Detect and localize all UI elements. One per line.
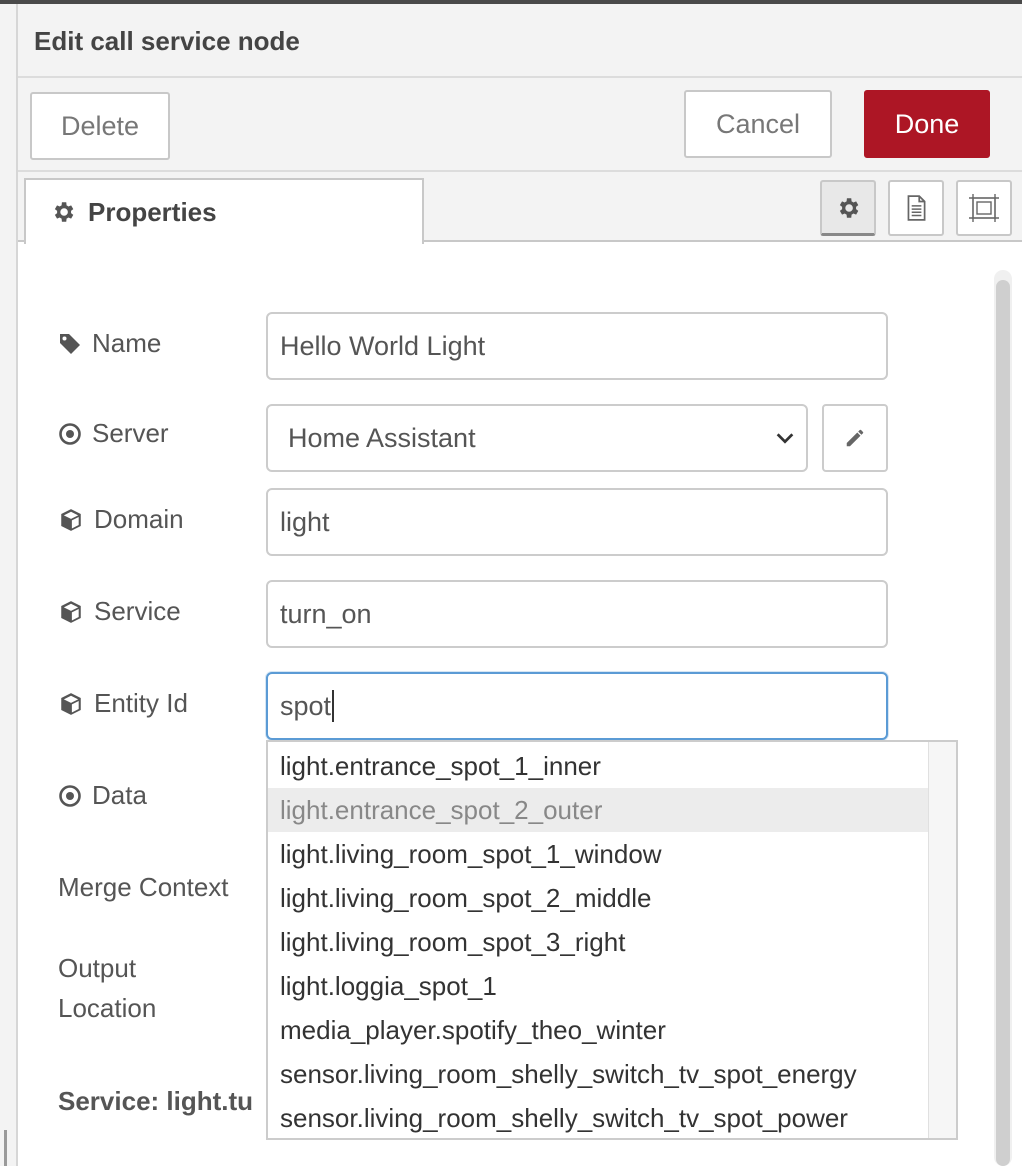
cube-icon	[61, 600, 81, 623]
cube-icon	[61, 692, 81, 715]
dialog-toolbar: Delete Cancel Done	[18, 78, 1022, 172]
left-edge	[0, 4, 18, 1166]
service-label-text: Service	[94, 596, 181, 626]
data-label-text: Data	[92, 780, 147, 810]
data-label: Data	[58, 780, 147, 811]
edit-node-dialog: Edit call service node Delete Cancel Don…	[0, 0, 1022, 1166]
entity-id-label-text: Entity Id	[94, 688, 188, 718]
service-label: Service	[58, 596, 181, 627]
appearance-icon	[969, 194, 999, 222]
autocomplete-item[interactable]: sensor.living_room_shelly_switch_tv_spot…	[268, 1096, 928, 1138]
output-location-label: Output Location	[58, 948, 156, 1028]
gear-icon	[54, 202, 74, 222]
merge-context-label: Merge Context	[58, 872, 229, 903]
left-edge-mark	[4, 1130, 7, 1166]
autocomplete-item[interactable]: light.living_room_spot_2_middle	[268, 876, 928, 920]
autocomplete-item[interactable]: light.entrance_spot_1_inner	[268, 744, 928, 788]
service-field[interactable]	[266, 580, 888, 648]
autocomplete-item[interactable]: sensor.living_room_shelly_switch_tv_spot…	[268, 1052, 928, 1096]
properties-tab-button[interactable]	[820, 180, 876, 236]
autocomplete-item[interactable]: light.living_room_spot_3_right	[268, 920, 928, 964]
tab-properties[interactable]: Properties	[24, 178, 424, 244]
autocomplete-item[interactable]: light.loggia_spot_1	[268, 964, 928, 1008]
dot-circle-icon	[59, 422, 81, 445]
entity-id-value: spot	[280, 690, 332, 721]
output-location-line2: Location	[58, 993, 157, 1023]
server-label: Server	[58, 418, 169, 449]
text-caret	[332, 690, 335, 722]
autocomplete-scrollbar[interactable]	[928, 742, 956, 1138]
output-location-line1: Output	[58, 953, 137, 983]
delete-button[interactable]: Delete	[30, 92, 170, 160]
autocomplete-item-highlighted[interactable]: light.entrance_spot_2_outer	[268, 788, 928, 832]
service-info: Service: light.tu	[58, 1086, 254, 1116]
name-field[interactable]	[266, 312, 888, 380]
cube-icon	[61, 508, 81, 531]
chevron-down-icon	[776, 433, 794, 444]
pencil-icon	[846, 429, 864, 447]
domain-field[interactable]	[266, 488, 888, 556]
server-select-value: Home Assistant	[288, 422, 476, 453]
appearance-tab-button[interactable]	[956, 180, 1012, 236]
entity-autocomplete-list: light.entrance_spot_1_inner light.entran…	[266, 740, 958, 1140]
tab-bar: Properties	[18, 172, 1022, 244]
domain-label-text: Domain	[94, 504, 184, 534]
dialog-title: Edit call service node	[34, 26, 300, 56]
autocomplete-item[interactable]: light.living_room_spot_1_window	[268, 832, 928, 876]
tag-icon	[60, 333, 80, 354]
server-select[interactable]: Home Assistant	[266, 404, 808, 472]
domain-label: Domain	[58, 504, 184, 535]
server-label-text: Server	[92, 418, 169, 448]
done-button[interactable]: Done	[864, 90, 990, 158]
description-icon	[907, 195, 926, 221]
panel-scrollbar-thumb[interactable]	[996, 280, 1010, 1166]
dot-circle-icon	[59, 784, 81, 807]
tab-properties-label: Properties	[88, 196, 217, 227]
name-label: Name	[58, 328, 161, 359]
entity-id-field[interactable]: spot	[266, 672, 888, 740]
cancel-button[interactable]: Cancel	[684, 90, 832, 158]
gear-icon	[839, 197, 859, 218]
entity-id-label: Entity Id	[58, 688, 188, 719]
name-label-text: Name	[92, 328, 162, 358]
edit-server-button[interactable]	[822, 404, 888, 472]
description-tab-button[interactable]	[888, 180, 944, 236]
merge-context-label-text: Merge Context	[58, 872, 229, 902]
dialog-header: Edit call service node	[18, 4, 1022, 78]
autocomplete-item[interactable]: media_player.spotify_theo_winter	[268, 1008, 928, 1052]
